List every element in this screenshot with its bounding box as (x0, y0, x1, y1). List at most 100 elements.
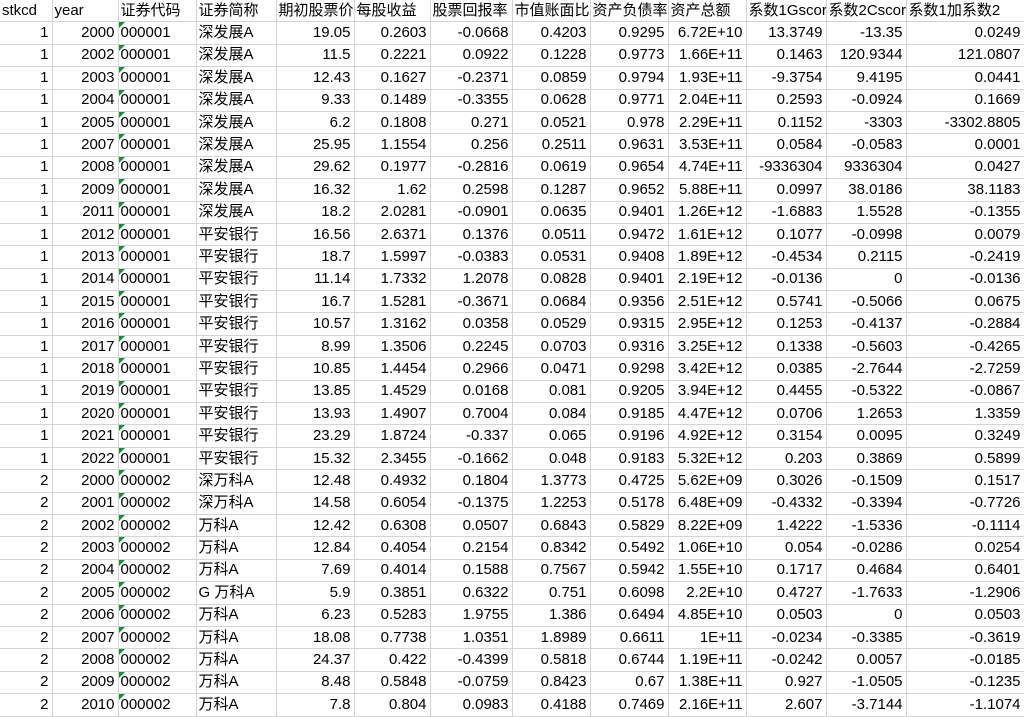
table-cell[interactable]: 2002 (52, 514, 119, 538)
table-cell[interactable]: -1.6883 (746, 201, 827, 224)
table-cell[interactable]: 2018 (52, 357, 119, 381)
table-cell[interactable]: 平安银行 (196, 223, 277, 247)
table-cell[interactable]: 2004 (52, 89, 119, 112)
table-cell[interactable]: 11.14 (276, 268, 355, 292)
table-cell[interactable]: -0.1114 (906, 514, 1024, 538)
table-cell[interactable]: 0.9185 (590, 402, 669, 426)
table-cell[interactable]: 0.4188 (512, 693, 591, 717)
table-cell[interactable]: -0.3355 (430, 89, 513, 112)
table-cell[interactable]: 2.29E+11 (668, 111, 747, 135)
table-cell[interactable]: 2 (0, 536, 53, 560)
column-header[interactable]: 证券简称 (196, 0, 277, 23)
table-cell[interactable]: 1 (0, 447, 53, 471)
table-cell[interactable]: 0.1588 (430, 559, 513, 583)
table-cell[interactable]: 0.4455 (746, 380, 827, 404)
table-cell[interactable]: 1.7332 (354, 268, 431, 292)
table-cell[interactable]: 0.0997 (746, 178, 827, 202)
table-cell[interactable]: 10.85 (276, 357, 355, 381)
table-cell[interactable]: 000002 (118, 626, 197, 650)
table-cell[interactable]: 000001 (118, 312, 197, 336)
table-cell[interactable]: -1.5336 (826, 514, 907, 538)
table-cell[interactable]: 0.0684 (512, 290, 591, 314)
table-cell[interactable]: 万科A (196, 514, 277, 538)
table-cell[interactable]: 1.386 (512, 604, 591, 627)
table-cell[interactable]: 0.1517 (906, 469, 1024, 493)
table-cell[interactable]: 2009 (52, 178, 119, 202)
table-cell[interactable]: 6.48E+09 (668, 492, 747, 515)
table-cell[interactable]: -0.4534 (746, 245, 827, 269)
table-cell[interactable]: 2 (0, 559, 53, 583)
table-cell[interactable]: 2 (0, 648, 53, 672)
table-cell[interactable]: 0.1152 (746, 111, 827, 135)
table-cell[interactable]: 0.9183 (590, 447, 669, 471)
table-cell[interactable]: 1 (0, 357, 53, 381)
table-cell[interactable]: 0.6744 (590, 648, 669, 672)
table-cell[interactable]: 0.065 (512, 424, 591, 448)
table-cell[interactable]: 平安银行 (196, 312, 277, 336)
table-cell[interactable]: 0.8342 (512, 536, 591, 560)
table-cell[interactable]: 0.081 (512, 380, 591, 404)
table-cell[interactable]: -0.2371 (430, 66, 513, 90)
table-cell[interactable]: 万科A (196, 693, 277, 717)
table-cell[interactable]: 13.85 (276, 380, 355, 404)
table-cell[interactable]: 深万科A (196, 492, 277, 515)
table-cell[interactable]: 000002 (118, 604, 197, 627)
table-cell[interactable]: 2019 (52, 380, 119, 404)
table-cell[interactable]: 0.422 (354, 648, 431, 672)
table-cell[interactable]: 1.38E+11 (668, 671, 747, 695)
table-cell[interactable]: -0.4399 (430, 648, 513, 672)
table-cell[interactable]: -2.7259 (906, 357, 1024, 381)
table-cell[interactable]: 0.67 (590, 671, 669, 695)
table-cell[interactable]: -0.0242 (746, 648, 827, 672)
table-cell[interactable]: 1.4907 (354, 402, 431, 426)
table-cell[interactable]: 2003 (52, 66, 119, 90)
table-cell[interactable]: -0.0383 (430, 245, 513, 269)
table-cell[interactable]: 0.0168 (430, 380, 513, 404)
table-cell[interactable]: 1.26E+12 (668, 201, 747, 224)
table-cell[interactable]: 0.5283 (354, 604, 431, 627)
column-header[interactable]: 每股收益 (354, 0, 431, 23)
table-cell[interactable]: 0.0095 (826, 424, 907, 448)
table-cell[interactable]: 2.19E+12 (668, 268, 747, 292)
table-cell[interactable]: 0.5829 (590, 514, 669, 538)
table-cell[interactable]: 1E+11 (668, 626, 747, 650)
table-cell[interactable]: 0.6611 (590, 626, 669, 650)
table-cell[interactable]: 12.84 (276, 536, 355, 560)
table-cell[interactable]: 5.9 (276, 581, 355, 605)
table-cell[interactable]: 1.61E+12 (668, 223, 747, 247)
table-cell[interactable]: 0.0057 (826, 648, 907, 672)
table-cell[interactable]: -2.7644 (826, 357, 907, 381)
table-cell[interactable]: 0.0675 (906, 290, 1024, 314)
table-cell[interactable]: 万科A (196, 559, 277, 583)
column-header[interactable]: 系数1Gscore (746, 0, 827, 23)
table-cell[interactable]: 1.06E+10 (668, 536, 747, 560)
table-cell[interactable]: 平安银行 (196, 424, 277, 448)
table-cell[interactable]: 0.0254 (906, 536, 1024, 560)
table-cell[interactable]: 1 (0, 424, 53, 448)
table-cell[interactable]: 5.32E+12 (668, 447, 747, 471)
table-cell[interactable]: 0.6308 (354, 514, 431, 538)
table-cell[interactable]: 000001 (118, 424, 197, 448)
table-cell[interactable]: 7.8 (276, 693, 355, 717)
table-cell[interactable]: 000001 (118, 201, 197, 224)
table-cell[interactable]: 2017 (52, 335, 119, 359)
table-cell[interactable]: 2001 (52, 492, 119, 515)
table-cell[interactable]: 2 (0, 469, 53, 493)
table-cell[interactable]: 0.0079 (906, 223, 1024, 247)
table-cell[interactable]: 24.37 (276, 648, 355, 672)
table-cell[interactable]: 2000 (52, 21, 119, 45)
table-cell[interactable]: -0.0759 (430, 671, 513, 695)
table-cell[interactable]: 18.08 (276, 626, 355, 650)
table-cell[interactable]: 1 (0, 21, 53, 45)
table-cell[interactable]: 0.9316 (590, 335, 669, 359)
table-cell[interactable]: 29.62 (276, 156, 355, 180)
table-cell[interactable]: -0.3394 (826, 492, 907, 515)
table-cell[interactable]: 平安银行 (196, 290, 277, 314)
table-cell[interactable]: 2009 (52, 671, 119, 695)
table-cell[interactable]: 000001 (118, 66, 197, 90)
table-cell[interactable]: 13.3749 (746, 21, 827, 45)
table-cell[interactable]: 2 (0, 693, 53, 717)
table-cell[interactable]: 000001 (118, 357, 197, 381)
table-cell[interactable]: 0.084 (512, 402, 591, 426)
table-cell[interactable]: 0.0983 (430, 693, 513, 717)
